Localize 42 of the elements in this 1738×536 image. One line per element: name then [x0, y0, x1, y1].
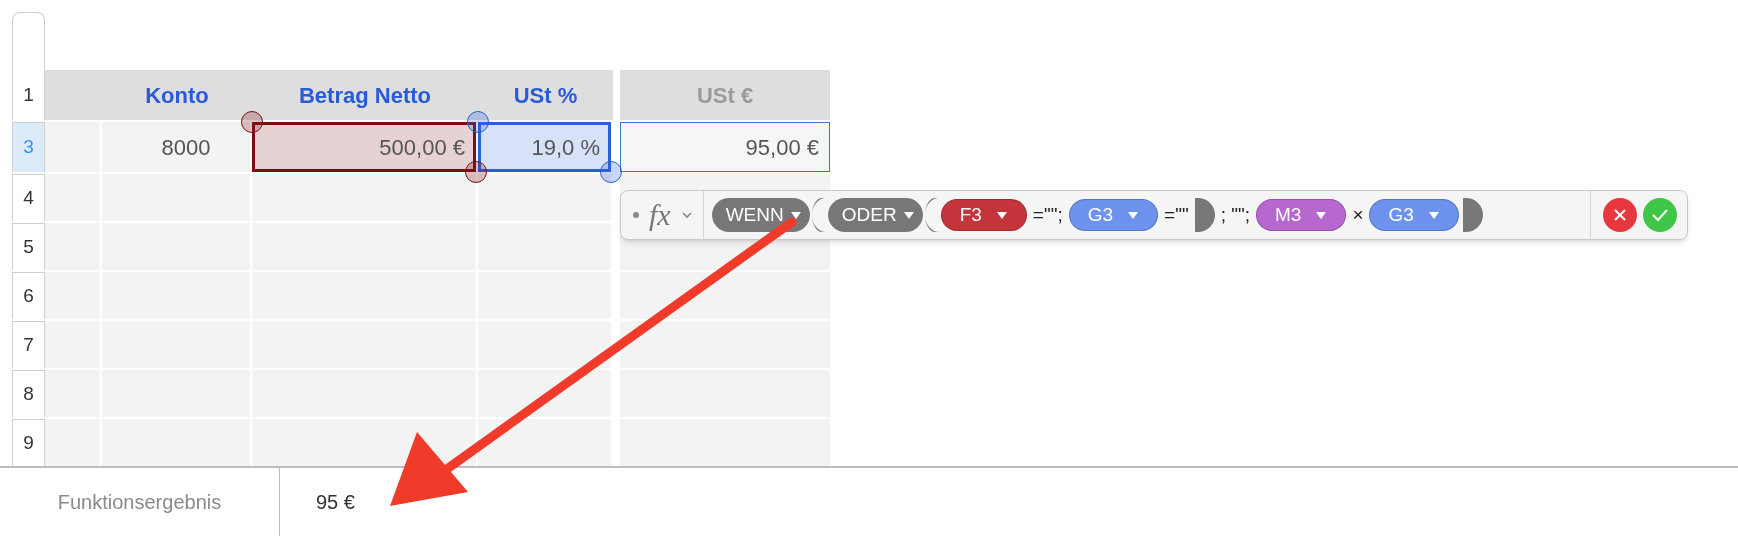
formula-text: =""; [1031, 202, 1064, 227]
row-header[interactable]: 5 [12, 223, 45, 270]
caret-icon [995, 210, 1008, 220]
checkmark-icon [1651, 208, 1669, 222]
column-header: Betrag Netto [252, 70, 478, 120]
caret-icon [1127, 210, 1140, 220]
row-header[interactable]: 6 [12, 272, 45, 319]
fx-label: fx [649, 200, 671, 230]
row-header[interactable]: 4 [12, 174, 45, 221]
row-header[interactable]: 8 [12, 370, 45, 417]
result-value: 95 € [316, 490, 355, 515]
row-header[interactable]: 7 [12, 321, 45, 368]
table-cell: 8000 [102, 122, 252, 172]
range-handle[interactable] [467, 111, 489, 133]
cell-reference-token[interactable]: G3 [1068, 199, 1159, 231]
formula-text: ; ""; [1219, 202, 1251, 227]
row-header[interactable]: 1 [12, 70, 45, 120]
cell-reference-token[interactable]: F3 [940, 199, 1027, 231]
close-parenthesis-icon [1462, 198, 1483, 232]
open-parenthesis-icon [924, 198, 939, 232]
caret-icon [902, 210, 915, 220]
cell-reference-token[interactable]: G3 [1369, 199, 1459, 231]
caret-icon [789, 210, 802, 220]
column-header: USt % [478, 70, 613, 120]
close-icon [1613, 208, 1627, 222]
referenced-cell[interactable]: 500,00 € [252, 122, 476, 172]
editing-cell[interactable]: 95,00 € [620, 122, 830, 172]
result-label: Funktionsergebnis [57, 490, 222, 515]
cancel-button[interactable] [1603, 198, 1637, 232]
referenced-cell[interactable]: 19,0 % [478, 122, 611, 172]
caret-icon [1315, 210, 1328, 220]
cell-reference-token[interactable]: M3 [1255, 199, 1347, 231]
column-header: USt € [620, 70, 830, 120]
formula-text: ="" [1163, 202, 1190, 227]
chevron-down-icon[interactable] [680, 211, 693, 219]
open-parenthesis-icon [811, 198, 826, 232]
close-parenthesis-icon [1194, 198, 1215, 232]
formula-text: × [1351, 202, 1365, 227]
row-header[interactable]: 9 [12, 419, 45, 466]
caret-icon [1427, 210, 1440, 220]
range-handle[interactable] [241, 111, 263, 133]
column-header: Konto [102, 70, 252, 120]
